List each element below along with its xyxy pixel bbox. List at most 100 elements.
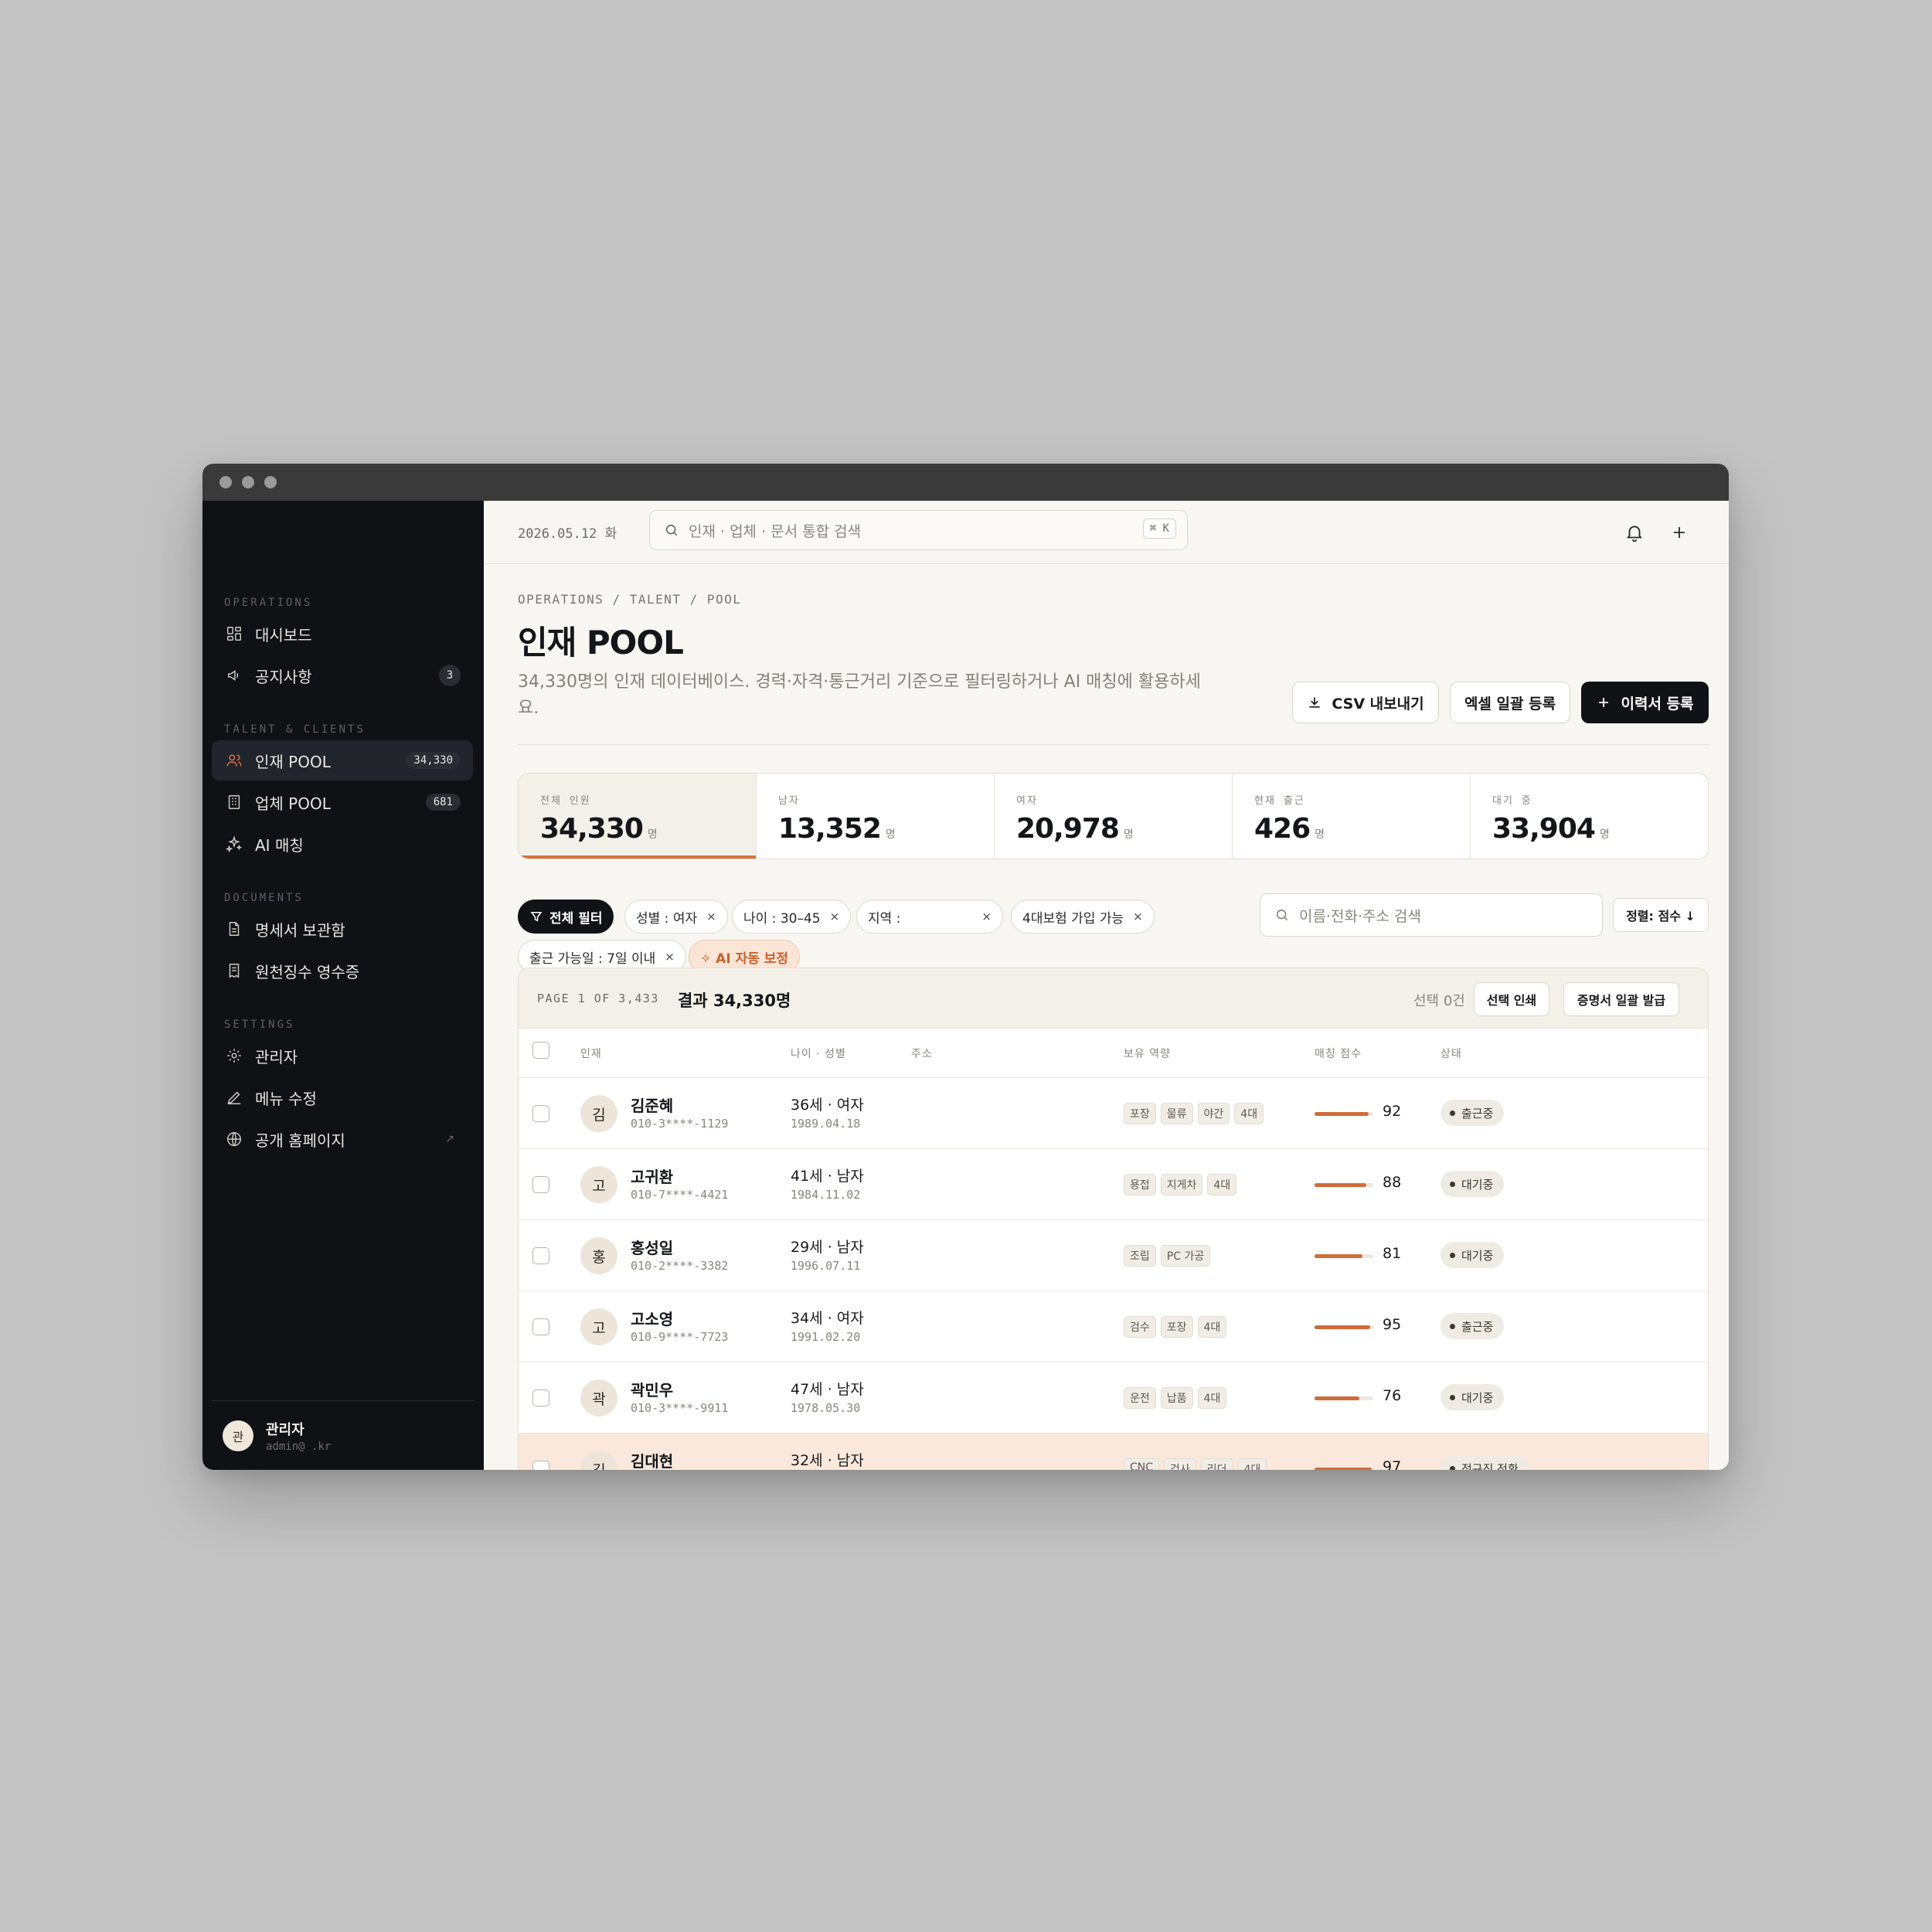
- users-icon: [226, 754, 242, 767]
- birth-date: 1978.05.30: [791, 1401, 861, 1415]
- skill-tag: 검사: [1164, 1458, 1196, 1470]
- window-close-dot[interactable]: [219, 476, 232, 488]
- ai-auto-correct-label: ✧ AI 자동 보정: [700, 951, 789, 967]
- skill-tag: 용접: [1124, 1174, 1156, 1196]
- close-icon[interactable]: ×: [1133, 910, 1143, 923]
- issue-certificates-button[interactable]: 증명서 일괄 발급: [1563, 982, 1679, 1016]
- sort-dropdown[interactable]: 정렬: 점수 ↓: [1613, 898, 1709, 932]
- stat-working[interactable]: 현재 출근 426 명: [1233, 774, 1471, 859]
- stat-value: 426: [1254, 813, 1311, 845]
- table-row[interactable]: 홍 홍성일 010-2****-3382 29세 · 남자 1996.07.11 조립 PC…: [519, 1220, 1708, 1291]
- sidebar-user[interactable]: 관 관리자 admin@ .kr: [212, 1400, 474, 1470]
- column-status[interactable]: 상태: [1440, 1046, 1462, 1061]
- status-badge: 대기중: [1440, 1171, 1505, 1197]
- birth-date: 1991.02.20: [791, 1330, 861, 1344]
- register-resume-button[interactable]: 이력서 등록: [1581, 682, 1709, 723]
- sidebar-item-label: 대시보드: [255, 625, 312, 645]
- bell-icon[interactable]: [1623, 521, 1646, 544]
- close-icon[interactable]: ×: [981, 910, 992, 923]
- plus-icon[interactable]: [1668, 521, 1691, 544]
- filter-chip-region[interactable]: 지역 : ×: [856, 900, 1003, 934]
- sidebar-item-statements[interactable]: 명세서 보관함: [212, 909, 473, 949]
- sidebar-item-tax-receipts[interactable]: 원천징수 영수증: [212, 951, 473, 991]
- avatar: 고: [580, 1166, 617, 1203]
- match-score-bar: [1315, 1254, 1373, 1258]
- table-row[interactable]: 고 고소영 010-9****-7723 34세 · 여자 1991.02.20 검수 포장…: [519, 1291, 1708, 1362]
- birth-date: 1989.04.18: [791, 1117, 861, 1131]
- talent-name[interactable]: 홍성일: [631, 1236, 673, 1258]
- search-placeholder: 인재 · 업체 · 문서 통합 검색: [689, 522, 862, 540]
- column-skills[interactable]: 보유 역량: [1124, 1046, 1171, 1061]
- stat-male[interactable]: 남자 13,352 명: [757, 774, 995, 859]
- age-gender: 36세 · 여자: [791, 1097, 864, 1114]
- close-icon[interactable]: ×: [665, 950, 675, 964]
- row-checkbox[interactable]: [532, 1105, 549, 1122]
- sidebar-item-dashboard[interactable]: 대시보드: [212, 614, 473, 654]
- talent-search-input[interactable]: 이름·전화·주소 검색: [1260, 893, 1603, 937]
- result-count: 결과 34,330명: [678, 992, 791, 1010]
- sidebar-item-label: 관리자: [255, 1047, 298, 1066]
- table-row[interactable]: 김 김대현 32세 · 남자 CNC 검사 리더 4대 97 정규직 전환: [519, 1434, 1708, 1470]
- row-checkbox[interactable]: [532, 1247, 549, 1264]
- column-age-gender[interactable]: 나이 · 성별: [791, 1046, 846, 1061]
- stat-total[interactable]: 전체 인원 34,330 명: [519, 774, 757, 859]
- window-minimize-dot[interactable]: [242, 476, 254, 488]
- sidebar-item-notices[interactable]: 공지사항 3: [212, 655, 473, 696]
- skill-tag: 납품: [1160, 1387, 1193, 1409]
- sidebar-item-public-homepage[interactable]: 공개 홈페이지 ↗: [212, 1119, 473, 1159]
- skill-tag: 물류: [1160, 1103, 1193, 1124]
- match-score: 76: [1383, 1387, 1402, 1404]
- excel-import-button[interactable]: 엑셀 일괄 등록: [1450, 682, 1570, 723]
- sidebar-item-admin[interactable]: 관리자: [212, 1036, 473, 1076]
- sidebar-section-settings: SETTINGS: [224, 1019, 295, 1031]
- table-row[interactable]: 곽 곽민우 010-3****-9911 47세 · 남자 1978.05.30 운전 납품…: [519, 1362, 1708, 1434]
- gear-icon: [227, 1049, 241, 1063]
- table-row[interactable]: 고 고귀환 010-7****-4421 41세 · 남자 1984.11.02 용접 지게…: [519, 1149, 1708, 1220]
- stat-female[interactable]: 여자 20,978 명: [995, 774, 1233, 859]
- sidebar-item-talent-pool[interactable]: 인재 POOL 34,330: [212, 740, 473, 781]
- talent-name[interactable]: 고소영: [631, 1307, 673, 1329]
- csv-export-button[interactable]: CSV 내보내기: [1292, 682, 1439, 723]
- external-link-icon: ↗: [445, 1133, 454, 1145]
- sidebar-item-company-pool[interactable]: 업체 POOL 681: [212, 782, 473, 822]
- table-row[interactable]: 김 김준혜 010-3****-1129 36세 · 여자 1989.04.18 포장 물류…: [519, 1078, 1708, 1149]
- column-address[interactable]: 주소: [911, 1046, 933, 1061]
- topbar: 2026.05.12 화 인재 · 업체 · 문서 통합 검색 ⌘ K: [484, 501, 1729, 564]
- sidebar-item-ai-matching[interactable]: AI 매칭: [212, 824, 473, 864]
- user-email: admin@ .kr: [266, 1440, 332, 1453]
- filter-chip-age[interactable]: 나이 : 30–45 ×: [732, 900, 852, 934]
- talent-name[interactable]: 고귀환: [631, 1165, 673, 1187]
- talent-name[interactable]: 김준혜: [631, 1094, 673, 1116]
- window-maximize-dot[interactable]: [264, 476, 277, 488]
- sidebar-item-menu-edit[interactable]: 메뉴 수정: [212, 1077, 473, 1117]
- talent-name[interactable]: 김대현: [631, 1449, 673, 1470]
- match-score-fill: [1315, 1112, 1369, 1116]
- skill-tag: 지게차: [1160, 1174, 1203, 1196]
- print-selected-button[interactable]: 선택 인쇄: [1474, 982, 1549, 1016]
- row-checkbox[interactable]: [532, 1318, 549, 1335]
- close-icon[interactable]: ×: [706, 910, 716, 923]
- avatar: 홍: [580, 1237, 617, 1274]
- status-badge: 출근중: [1440, 1100, 1505, 1126]
- filter-chip-gender[interactable]: 성별 : 여자 ×: [624, 900, 728, 934]
- row-checkbox[interactable]: [532, 1389, 549, 1406]
- row-checkbox[interactable]: [532, 1176, 549, 1193]
- skill-tag: 4대: [1197, 1387, 1227, 1409]
- filter-chip-insurance[interactable]: 4대보험 가입 가능 ×: [1011, 900, 1155, 934]
- skill-tags: 검수 포장 4대: [1124, 1316, 1227, 1338]
- close-icon[interactable]: ×: [830, 910, 840, 923]
- sparkles-icon: [226, 835, 243, 852]
- select-all-checkbox[interactable]: [532, 1042, 549, 1059]
- stat-label: 남자: [778, 795, 800, 807]
- skill-tag: CNC: [1124, 1458, 1160, 1470]
- row-checkbox[interactable]: [532, 1461, 549, 1470]
- all-filters-button[interactable]: 전체 필터: [518, 900, 614, 934]
- talent-count-badge: 34,330: [406, 752, 461, 769]
- stat-waiting[interactable]: 대기 중 33,904 명: [1471, 774, 1708, 859]
- column-match-score[interactable]: 매칭 점수: [1315, 1046, 1362, 1061]
- talent-name[interactable]: 곽민우: [631, 1378, 673, 1400]
- skill-tag: 야간: [1197, 1103, 1230, 1124]
- global-search-input[interactable]: 인재 · 업체 · 문서 통합 검색 ⌘ K: [649, 510, 1188, 550]
- age-gender: 32세 · 남자: [791, 1452, 864, 1469]
- column-talent[interactable]: 인재: [580, 1046, 602, 1061]
